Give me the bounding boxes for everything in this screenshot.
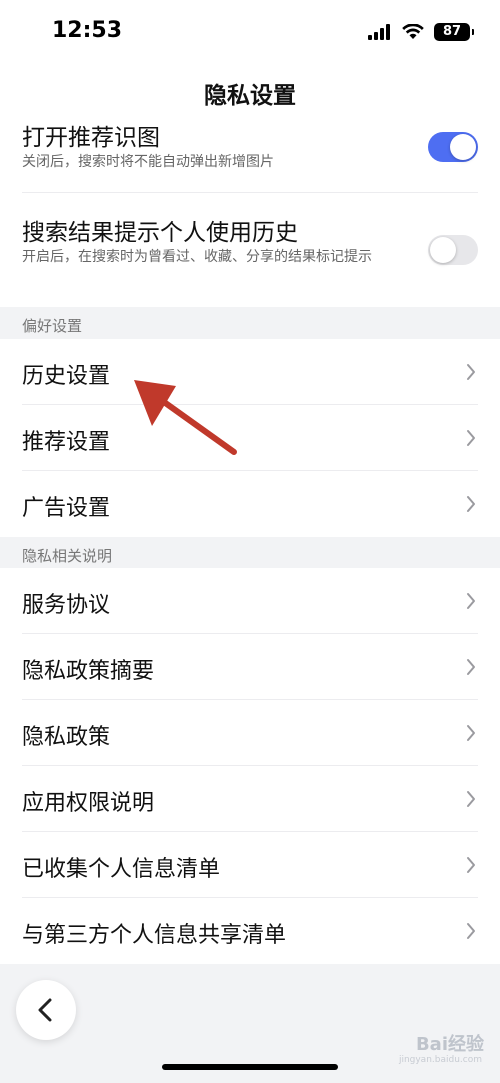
annotation-arrow <box>134 380 237 455</box>
